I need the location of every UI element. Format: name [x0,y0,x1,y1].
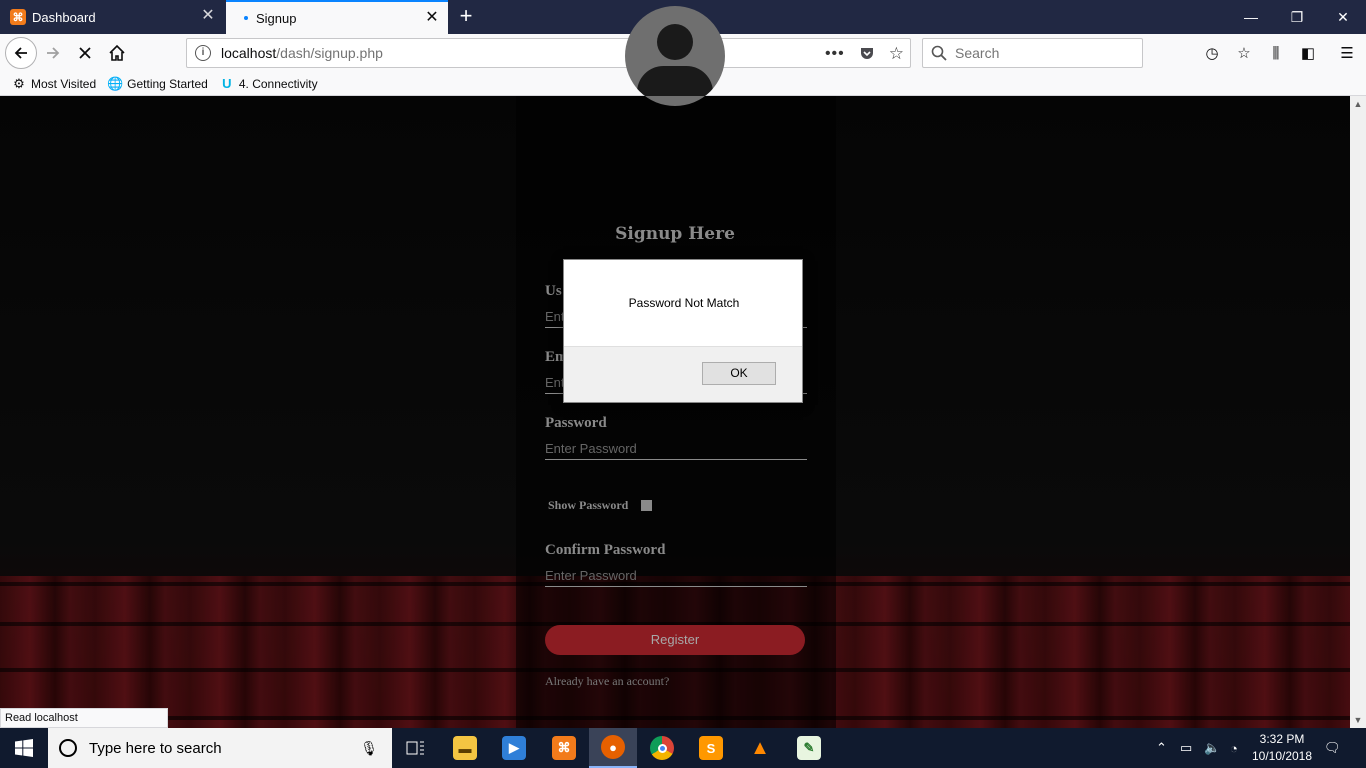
firefox-icon: ● [601,735,625,759]
tray-chevron-icon[interactable]: ⌃ [1156,728,1167,768]
udacity-icon: U [222,76,232,91]
close-icon[interactable]: ✕ [200,8,216,24]
chrome-app[interactable] [638,728,686,768]
sublime-app[interactable]: S [687,728,735,768]
stop-icon [79,47,91,59]
alert-dialog: Password Not Match OK [563,259,803,403]
bookmarks-menu-icon[interactable]: ☆ [1234,44,1254,64]
minimize-button[interactable]: — [1228,0,1274,34]
new-tab-button[interactable]: + [455,4,477,28]
firefox-app[interactable]: ● [589,728,637,768]
restore-button[interactable]: ❐ [1274,0,1320,34]
vlc-app[interactable]: ▲ [736,728,784,768]
tab-title: Dashboard [32,9,96,25]
bookmark-connectivity[interactable]: U 4. Connectivity [220,76,317,91]
forward-button[interactable] [38,38,68,68]
volume-icon[interactable]: 🔈 [1204,728,1220,768]
page-actions-icon[interactable]: ••• [825,45,845,63]
microphone-icon[interactable]: 🎙 [360,740,378,757]
pocket-icon[interactable] [859,45,875,64]
start-button[interactable] [0,728,48,768]
home-button[interactable] [102,38,132,68]
search-bar[interactable] [922,38,1143,68]
password-input[interactable] [545,438,807,460]
windows-icon [15,739,33,757]
notepad-icon: ✎ [797,736,821,760]
task-view-button[interactable] [392,728,440,768]
library-icon[interactable]: ⫼ [1266,44,1286,64]
xampp-app[interactable]: ⌘ [540,728,588,768]
info-icon[interactable]: i [195,45,211,61]
close-icon[interactable]: ✕ [424,10,440,26]
notepad-app[interactable]: ✎ [785,728,833,768]
bookmark-getting-started[interactable]: 🌐 Getting Started [107,75,208,91]
media-app[interactable]: ▶ [490,728,538,768]
tab-signup[interactable]: Signup ✕ [226,0,448,34]
scrollbar[interactable]: ▲ ▼ [1350,96,1366,728]
folder-icon: ▬ [453,736,477,760]
stop-button[interactable] [70,38,100,68]
bookmark-most-visited[interactable]: ⚙ Most Visited [12,75,96,91]
history-icon[interactable]: ◷ [1202,44,1222,64]
back-button[interactable] [5,37,37,69]
already-account-link[interactable]: Already have an account? [545,674,669,689]
confirm-password-input[interactable] [545,565,807,587]
sidebar-icon[interactable]: ◧ [1298,44,1318,64]
menu-icon[interactable]: ☰ [1337,44,1357,64]
alert-footer: OK [564,346,802,402]
register-button[interactable]: Register [545,625,805,655]
cortana-icon [59,739,77,757]
bookmark-star-icon[interactable]: ☆ [889,44,904,64]
confirm-password-label: Confirm Password [545,542,666,558]
loading-indicator-icon [244,16,248,20]
gear-icon: ⚙ [13,75,25,91]
file-explorer-app[interactable]: ▬ [441,728,489,768]
ok-button[interactable]: OK [702,362,776,385]
wifi-icon[interactable]: ◔ [1230,728,1238,768]
search-icon [931,45,947,61]
chrome-icon [650,736,674,760]
search-input[interactable] [955,45,1125,61]
taskbar-search[interactable]: Type here to search 🎙 [48,728,392,768]
signup-title: Signup Here [615,224,735,244]
scroll-down-icon[interactable]: ▼ [1350,712,1366,728]
show-password-checkbox[interactable] [641,500,652,511]
show-password-label: Show Password [548,498,629,512]
video-icon: ▶ [502,736,526,760]
sublime-icon: S [699,736,723,760]
url-text: localhost/dash/signup.php [221,45,383,61]
tab-title: Signup [256,10,297,26]
taskbar: Type here to search 🎙 ▬ ▶ ⌘ ● S ▲ ✎ ⌃ ▭ … [0,728,1366,768]
globe-icon: 🌐 [107,75,124,91]
xampp-icon: ⌘ [10,9,26,25]
xampp-icon: ⌘ [552,736,576,760]
scroll-up-icon[interactable]: ▲ [1350,96,1366,112]
close-window-button[interactable]: ✕ [1320,0,1366,34]
username-label: Us [545,283,562,299]
battery-icon[interactable]: ▭ [1180,728,1192,768]
url-bar[interactable]: i localhost/dash/signup.php ••• ☆ [186,38,911,68]
password-label: Password [545,415,607,431]
notifications-icon[interactable]: 🗨 [1324,728,1341,768]
status-bar: Read localhost [0,708,168,728]
arrow-left-icon [14,47,27,59]
task-view-icon [406,741,424,755]
vlc-cone-icon: ▲ [750,736,770,759]
tab-dashboard[interactable]: ⌘ Dashboard ✕ [0,0,224,34]
alert-message: Password Not Match [628,296,740,310]
user-avatar-icon [625,6,725,106]
clock[interactable]: 3:32 PM 10/10/2018 [1246,731,1318,765]
home-icon [109,44,125,61]
arrow-right-icon [47,47,60,59]
